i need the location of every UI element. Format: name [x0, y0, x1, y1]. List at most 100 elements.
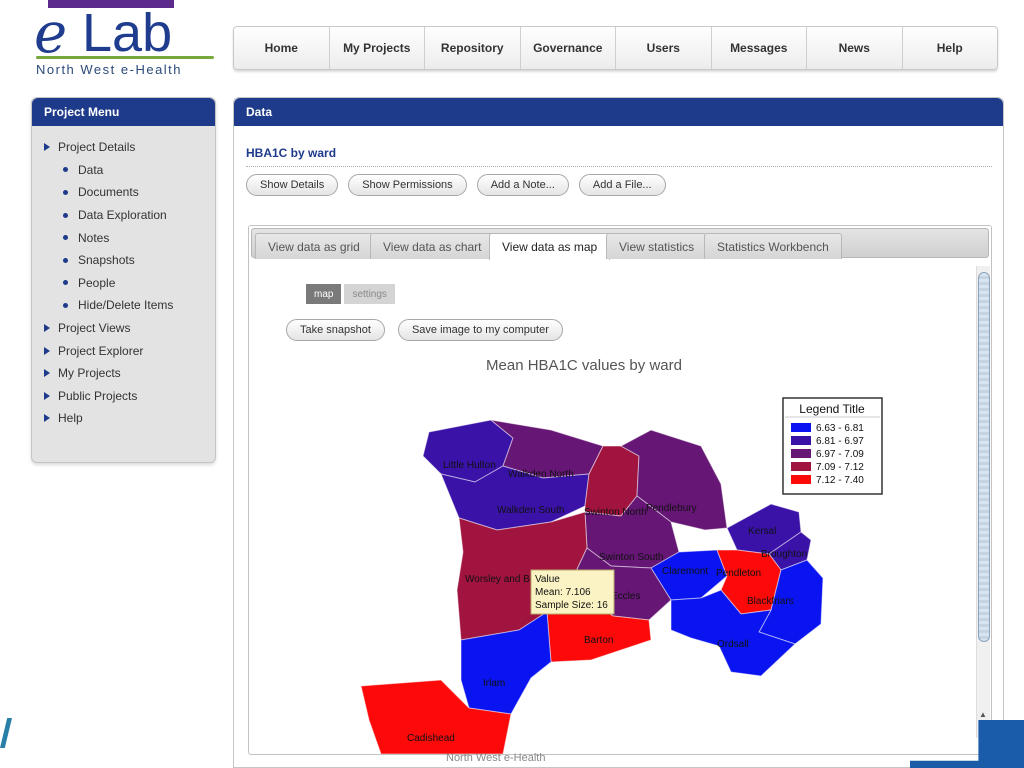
triangle-bullet-icon	[44, 391, 50, 400]
scrollbar-thumb[interactable]	[978, 272, 990, 642]
nav-repository[interactable]: Repository	[425, 27, 521, 69]
ward-label: Barton	[584, 635, 613, 646]
sidebar-item-label: People	[78, 275, 116, 290]
legend-swatch	[791, 462, 811, 471]
project-menu-title: Project Menu	[32, 98, 215, 126]
map-tooltip: Value Mean: 7.106 Sample Size: 16	[530, 569, 615, 615]
nav-messages[interactable]: Messages	[712, 27, 807, 69]
legend-label: 6.63 - 6.81	[816, 423, 864, 434]
legend-label: 6.81 - 6.97	[816, 436, 864, 447]
ward-label: Blackfriars	[747, 596, 794, 607]
map-legend: Legend Title 6.63 - 6.81 6.81 - 6.97 6.97 …	[782, 397, 883, 495]
show-details-button[interactable]: Show Details	[246, 174, 339, 196]
add-note-button[interactable]: Add a Note...	[476, 174, 569, 196]
sidebar-item-documents[interactable]: Documents	[32, 181, 215, 204]
sidebar-item-label: My Projects	[58, 366, 121, 381]
project-menu-list: Project Details Data Documents Data Explora…	[32, 126, 215, 430]
sidebar-item-label: Help	[58, 411, 83, 426]
choropleth-map: Mean HBA1C values by ward Little Hulton W…	[360, 357, 883, 754]
dot-bullet-icon	[63, 280, 68, 286]
sidebar-item-people[interactable]: People	[32, 272, 215, 295]
sidebar-item-label: Snapshots	[78, 253, 135, 268]
sidebar-item-data-exploration[interactable]: Data Exploration	[32, 204, 215, 227]
nav-my-projects[interactable]: My Projects	[330, 27, 425, 69]
tab-statistics-workbench[interactable]: Statistics Workbench	[704, 233, 842, 259]
dot-bullet-icon	[63, 167, 68, 173]
sidebar-item-hide-delete-items[interactable]: Hide/Delete Items	[32, 294, 215, 317]
ward-label: Cadishead	[407, 733, 455, 744]
dot-bullet-icon	[63, 189, 68, 195]
sidebar-item-label: Project Explorer	[58, 343, 144, 358]
data-panel-title: Data	[234, 98, 1003, 126]
ward-label: Ordsall	[717, 639, 749, 650]
legend-swatch	[791, 436, 811, 445]
ward-label: Claremont	[662, 566, 708, 577]
legend-title: Legend Title	[799, 402, 865, 416]
sidebar-item-my-projects[interactable]: My Projects	[32, 362, 215, 385]
scroll-up-arrow[interactable]: ▲	[979, 710, 987, 719]
data-panel: Data HBA1C by ward Show Details Show Per…	[233, 97, 1004, 768]
ward-label: Pendlebury	[646, 503, 697, 514]
nav-news[interactable]: News	[807, 27, 903, 69]
ward-label: Broughton	[761, 549, 807, 560]
tooltip-sample-size: Sample Size: 16	[535, 600, 608, 611]
project-menu: Project Menu Project Details Data Document…	[31, 97, 216, 463]
map-view-content: map settings Take snapshot Save image to…	[251, 260, 975, 754]
nav-home[interactable]: Home	[234, 27, 330, 69]
triangle-bullet-icon	[44, 369, 50, 378]
tab-view-map[interactable]: View data as map	[489, 233, 611, 260]
ward-label: Pendleton	[716, 568, 761, 579]
dot-bullet-icon	[63, 212, 68, 218]
nav-help[interactable]: Help	[903, 27, 998, 69]
top-navigation: Home My Projects Repository Governance U…	[233, 26, 998, 70]
dataset-title: HBA1C by ward	[246, 146, 337, 160]
tooltip-title: Value	[535, 574, 560, 585]
sidebar-item-snapshots[interactable]: Snapshots	[32, 249, 215, 272]
tab-view-chart[interactable]: View data as chart	[370, 233, 495, 259]
ward-label: Eccles	[611, 591, 640, 602]
sidebar-item-label: Hide/Delete Items	[78, 298, 174, 313]
triangle-bullet-icon	[44, 143, 50, 152]
footer-text: North West e-Health	[446, 752, 546, 764]
ward-label: Swinton North	[584, 507, 647, 518]
data-view-tabs: View data as grid View data as chart Vie…	[248, 225, 992, 755]
add-file-button[interactable]: Add a File...	[578, 174, 666, 196]
dot-bullet-icon	[63, 257, 68, 263]
logo-swoosh	[36, 56, 214, 59]
ward-label: Swinton South	[599, 552, 664, 563]
tab-view-grid[interactable]: View data as grid	[255, 233, 373, 259]
nav-governance[interactable]: Governance	[521, 27, 616, 69]
ward-label: Little Hulton	[443, 460, 496, 471]
dot-bullet-icon	[63, 235, 68, 241]
tab-view-statistics[interactable]: View statistics	[606, 233, 708, 259]
sidebar-item-project-details[interactable]: Project Details	[32, 136, 215, 159]
legend-swatch	[791, 475, 811, 484]
legend-swatch	[791, 449, 811, 458]
sidebar-item-data[interactable]: Data	[32, 159, 215, 182]
triangle-bullet-icon	[44, 324, 50, 333]
nav-users[interactable]: Users	[616, 27, 712, 69]
sidebar-item-label: Data Exploration	[78, 208, 167, 223]
ward-label: Walkden North	[508, 469, 574, 480]
ward-label: Kersal	[748, 526, 776, 537]
elab-logo[interactable]: e Lab North West e-Health	[30, 0, 220, 82]
logo-initial: e	[34, 1, 68, 66]
show-permissions-button[interactable]: Show Permissions	[348, 174, 467, 196]
legend-swatch	[791, 423, 811, 432]
divider	[246, 166, 992, 167]
tab-strip: View data as grid View data as chart Vie…	[251, 228, 989, 260]
map-title: Mean HBA1C values by ward	[486, 357, 682, 374]
sidebar-item-notes[interactable]: Notes	[32, 226, 215, 249]
logo-subtitle: North West e-Health	[36, 62, 183, 77]
sidebar-item-label: Data	[78, 162, 104, 177]
sidebar-item-label: Project Details	[58, 140, 136, 155]
legend-label: 7.09 - 7.12	[816, 462, 864, 473]
sidebar-item-public-projects[interactable]: Public Projects	[32, 385, 215, 408]
map-scrollbar[interactable]: ▲ ▼	[976, 266, 990, 738]
sidebar-item-label: Public Projects	[58, 388, 138, 403]
sidebar-item-help[interactable]: Help	[32, 407, 215, 430]
triangle-bullet-icon	[44, 414, 50, 423]
sidebar-item-project-explorer[interactable]: Project Explorer	[32, 339, 215, 362]
footer-logo-left	[0, 718, 12, 748]
sidebar-item-project-views[interactable]: Project Views	[32, 317, 215, 340]
